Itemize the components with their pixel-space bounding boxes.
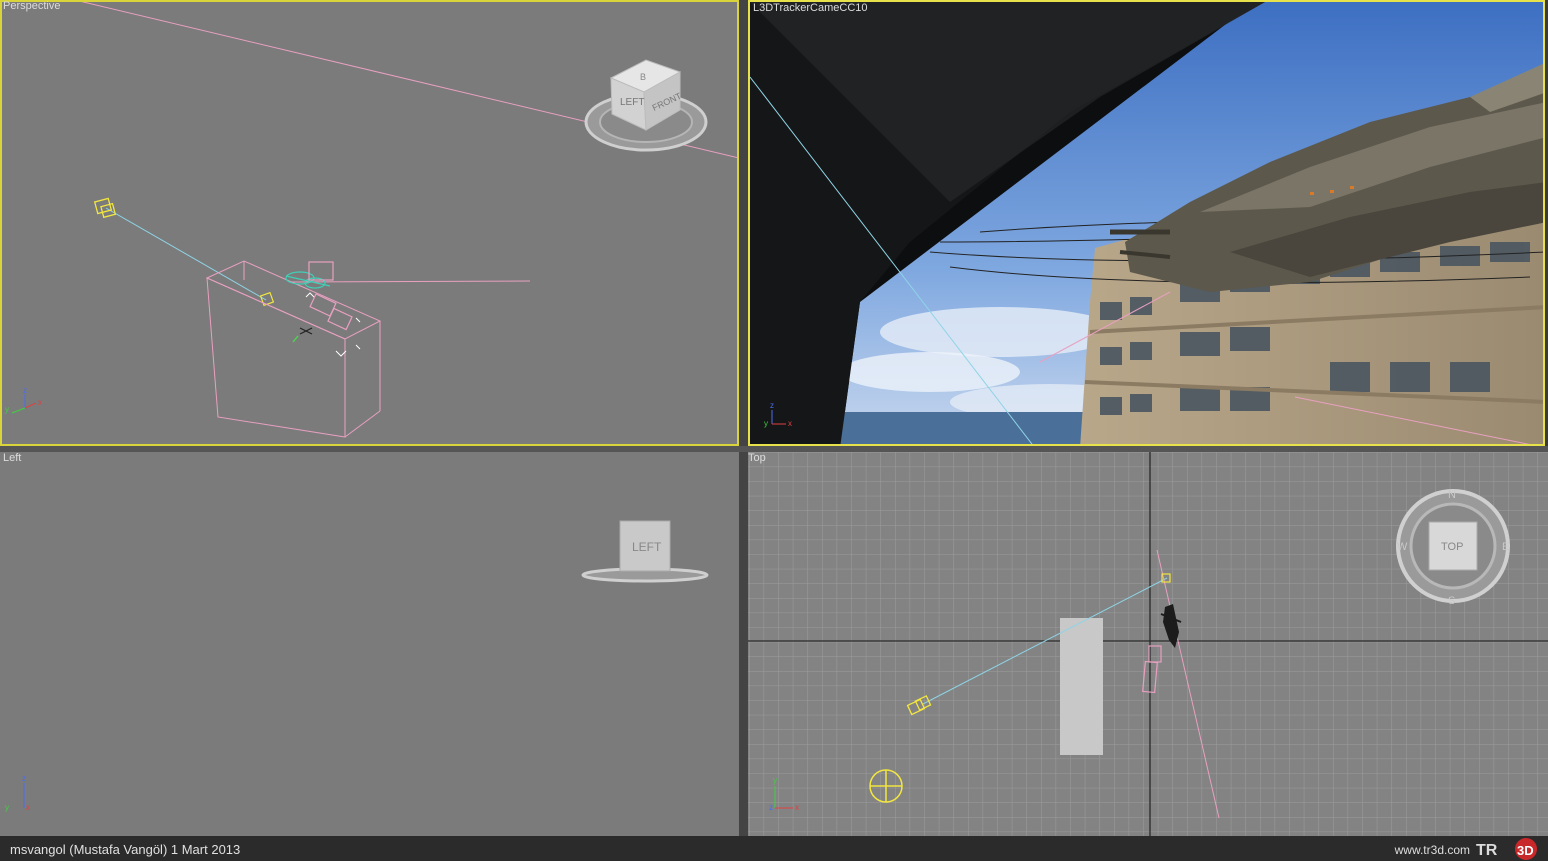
svg-text:z: z (769, 803, 773, 812)
svg-text:TR: TR (1476, 842, 1498, 859)
building-block (1060, 618, 1103, 755)
viewport-divider-vertical[interactable] (739, 0, 748, 836)
svg-text:x: x (38, 398, 42, 407)
website-link[interactable]: www.tr3d.com (1395, 843, 1470, 857)
svg-text:W: W (1397, 541, 1408, 553)
svg-text:LEFT: LEFT (620, 97, 644, 108)
svg-text:z: z (22, 774, 26, 783)
grid-line (291, 280, 531, 283)
camera-object (93, 197, 117, 219)
viewcube-perspective[interactable]: LEFT FRONT B (584, 59, 708, 152)
light-helper (869, 769, 903, 803)
camera-viewport[interactable]: L3DTrackerCameCC10 z x y (748, 0, 1545, 446)
svg-text:z: z (23, 386, 27, 395)
svg-text:E: E (1502, 541, 1509, 553)
top-scene: TOP N S E W y x z (745, 452, 1548, 836)
svg-text:y: y (5, 405, 9, 414)
svg-text:z: z (770, 401, 774, 410)
status-bar: msvangol (Mustafa Vangöl) 1 Mart 2013 ww… (0, 836, 1548, 861)
perspective-scene: LEFT FRONT B z x y (5, 0, 739, 438)
camera-background-plate: z x y (750, 2, 1543, 444)
svg-text:x: x (26, 803, 30, 812)
camera-target (259, 291, 275, 307)
building-box-wireframe (205, 260, 382, 438)
svg-text:y: y (5, 803, 9, 812)
pink-object (308, 261, 353, 331)
top-viewport[interactable]: Top TOP N S E W y x z (745, 452, 1548, 836)
svg-text:x: x (788, 419, 792, 428)
axis-tripod-left: z x y (5, 774, 30, 812)
svg-text:N: N (1448, 489, 1456, 501)
perspective-viewport[interactable]: Perspective LEFT FRONT B z x y (0, 0, 739, 446)
viewport-label-perspective[interactable]: Perspective (3, 0, 60, 12)
svg-text:S: S (1448, 595, 1455, 607)
svg-text:y: y (764, 419, 768, 428)
left-viewport[interactable]: Left LEFT z x y (0, 452, 739, 836)
left-scene: LEFT z x y (5, 520, 709, 812)
viewport-label-top[interactable]: Top (748, 452, 766, 464)
camera-target-line (105, 207, 267, 301)
svg-text:y: y (773, 776, 777, 785)
svg-text:LEFT: LEFT (632, 540, 662, 554)
viewcube-left[interactable]: LEFT (581, 520, 709, 583)
viewport-divider-horizontal[interactable] (0, 446, 1548, 452)
viewport-label-camera[interactable]: L3DTrackerCameCC10 (753, 2, 868, 14)
tr3d-logo: TR 3D (1476, 838, 1537, 860)
viewport-label-left[interactable]: Left (3, 452, 21, 464)
axis-tripod-perspective: z x y (5, 386, 42, 414)
svg-text:B: B (640, 72, 646, 82)
sea (840, 412, 1100, 444)
svg-text:3D: 3D (1517, 843, 1534, 858)
author-credit: msvangol (Mustafa Vangöl) 1 Mart 2013 (10, 842, 241, 857)
svg-text:x: x (795, 803, 799, 812)
svg-text:TOP: TOP (1441, 541, 1463, 553)
